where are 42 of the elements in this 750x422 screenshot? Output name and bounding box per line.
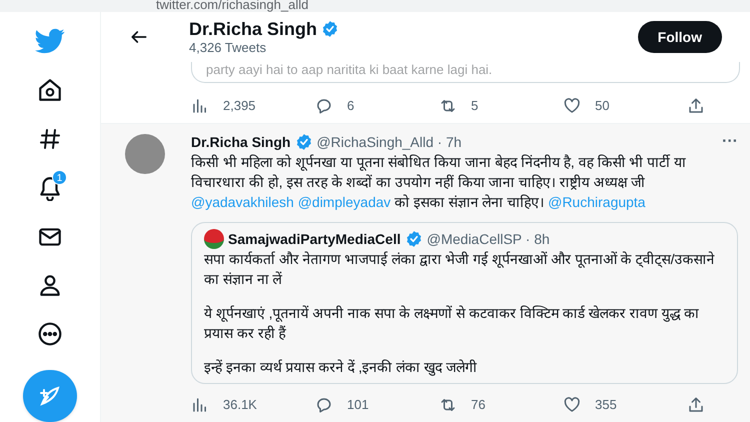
tweet-count: 4,326 Tweets — [189, 40, 268, 56]
more-options-button[interactable]: ··· — [722, 130, 738, 154]
quoted-tweet-text: party aayi hai to aap naritita ki baat karne lagi hai. — [206, 62, 492, 77]
follow-button[interactable]: Follow — [638, 21, 722, 53]
author-name[interactable]: SamajwadiPartyMediaCell — [228, 228, 401, 250]
mention-link[interactable]: @Ruchiragupta — [548, 194, 646, 210]
avatar-placeholder[interactable] — [125, 134, 165, 174]
retweet-count: 5 — [471, 97, 478, 116]
author-handle-time: @RichaSingh_Alld · 7h — [316, 132, 462, 152]
author-handle-time: @MediaCellSP · 8h — [426, 230, 550, 248]
bell-nav-button[interactable]: 1 — [35, 173, 65, 202]
retweet-icon[interactable] — [439, 396, 457, 414]
quoted-tweet-text: इन्हें इनका व्यर्थ प्रयास करने दें ,इनकी लंका खुद जलेगी — [204, 358, 478, 377]
profile-name: Dr.Richa Singh — [189, 18, 318, 40]
compose-tweet-button[interactable] — [23, 370, 77, 422]
views-chart-icon[interactable] — [191, 396, 209, 414]
twitter-bird-nav-button[interactable] — [35, 26, 65, 56]
mention-link[interactable]: @yadavakhilesh — [191, 194, 294, 210]
share-icon[interactable] — [687, 97, 705, 115]
views-count: 36.1K — [223, 396, 257, 414]
like-count: 50 — [595, 97, 610, 116]
party-avatar — [204, 229, 224, 249]
mention-link[interactable]: @dimpleyadav — [298, 194, 391, 210]
quoted-tweet-text: सपा कार्यकर्ता और नेतागण भाजपाई लंका द्वारा भेजी गई शूर्पनखाओं और पूतनाओं के ट्वीट्स/उकसाने का संज्ञान ना लें — [204, 250, 716, 289]
views-chart-icon[interactable] — [191, 97, 209, 115]
reply-count: 101 — [347, 396, 369, 414]
like-count: 355 — [595, 396, 617, 414]
notification-count: 1 — [52, 170, 67, 186]
share-icon[interactable] — [687, 396, 705, 414]
speech-bubble-icon[interactable] — [315, 396, 333, 414]
quoted-tweet-text: ये शूर्पनखाएं ,पूतनायें अपनी नाक सपा के लक्ष्मणों से कटवाकर विक्टिम कार्ड खेलकर रावण युद्ध का प्रयास कर रही हैं — [204, 304, 700, 343]
reply-count: 6 — [347, 97, 354, 116]
quoted-tweet-card[interactable] — [191, 222, 738, 384]
author-name[interactable]: Dr.Richa Singh — [191, 132, 291, 152]
speech-bubble-icon[interactable] — [315, 97, 333, 115]
tweet-text: किसी भी महिला को शूर्पनखा या पूतना संबोधित किया जाना बेहद निंदनीय है, वह किसी भी पार्टी या विचारधारा की हो, इस तरह के शब्दों का उपयोग नहीं किया जाना चाहिए। राष्ट्रीय अध्यक्ष जी @yadavakhilesh @dimpleyadav को इसका संज्ञान लेना चाहिए। @Ruchiragupta — [191, 153, 688, 212]
heart-icon[interactable] — [563, 97, 581, 115]
retweet-icon[interactable] — [439, 97, 457, 115]
heart-icon[interactable] — [563, 396, 581, 414]
views-count: 2,395 — [223, 97, 256, 116]
retweet-count: 76 — [471, 396, 486, 414]
feather-plus-icon — [38, 384, 62, 408]
